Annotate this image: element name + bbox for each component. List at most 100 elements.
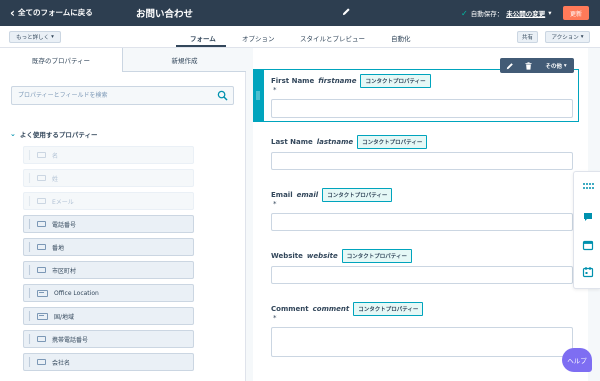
field-label-email[interactable]: Email email コンタクトプロパティー: [271, 188, 393, 202]
property-label: 番地: [52, 244, 65, 252]
properties-panel-tabs: 既存のプロパティー 新規作成: [0, 48, 246, 72]
drag-grip-icon: [28, 357, 31, 367]
comment-textarea[interactable]: [271, 327, 573, 357]
drag-grip-icon: [28, 265, 31, 275]
tab-create-new[interactable]: 新規作成: [123, 48, 246, 72]
lastname-input[interactable]: [271, 152, 573, 170]
chat-icon[interactable]: [582, 211, 594, 223]
property-item[interactable]: 会社名: [23, 353, 194, 371]
firstname-input[interactable]: [271, 99, 573, 118]
field-internal-name: email: [296, 191, 319, 199]
field-internal-name: comment: [312, 305, 350, 313]
field-label-text: Last Name: [271, 138, 313, 146]
property-label: Office Location: [54, 289, 99, 297]
field-toolbar: その他 ▾: [500, 58, 574, 73]
contact-property-badge: コンタクトプロパティー: [353, 302, 424, 316]
share-button[interactable]: 共有: [517, 31, 538, 43]
trash-icon: [525, 61, 532, 70]
tab-automation[interactable]: 自動化: [391, 33, 411, 43]
property-label: 携帯電話番号: [52, 336, 89, 344]
more-details-button[interactable]: もっと詳しく ▾: [9, 31, 61, 43]
email-input[interactable]: [271, 213, 573, 231]
text-field-icon: [37, 359, 46, 365]
property-item[interactable]: 国/地域: [23, 307, 194, 325]
website-input[interactable]: [271, 266, 573, 284]
property-label: 市区町村: [52, 267, 77, 275]
tab-options[interactable]: オプション: [242, 33, 275, 43]
field-label-comment[interactable]: Comment comment コンタクトプロパティー: [271, 302, 424, 316]
textarea-field-icon: [37, 289, 48, 297]
field-label-firstname[interactable]: First Name firstname コンタクトプロパティー: [271, 74, 431, 88]
text-field-icon: [37, 267, 46, 273]
field-label-website[interactable]: Website website コンタクトプロパティー: [271, 249, 412, 263]
text-field-icon: [37, 152, 46, 158]
drag-grip-icon: [28, 334, 31, 344]
help-button[interactable]: ヘルプ: [562, 348, 592, 372]
property-item: Eメール: [23, 192, 194, 210]
field-label-text: First Name: [271, 77, 315, 85]
textarea-field-icon: [37, 312, 48, 320]
side-tool-rail: [573, 171, 600, 289]
autosave-status: ✓ 自動保存： 未公開の変更 ▾: [461, 8, 551, 19]
field-label-lastname[interactable]: Last Name lastname コンタクトプロパティー: [271, 135, 428, 149]
frequently-used-properties-header[interactable]: ⌄ よく使用するプロパティー: [10, 129, 98, 139]
chevron-left-icon: ‹: [10, 5, 15, 20]
chevron-down-icon: ⌄: [10, 130, 16, 138]
section-title: よく使用するプロパティー: [19, 131, 98, 139]
form-title[interactable]: お問い合わせ: [136, 6, 193, 20]
contact-property-badge: コンタクトプロパティー: [357, 135, 428, 149]
property-label: Eメール: [52, 198, 74, 206]
text-field-icon: [37, 198, 46, 204]
search-icon[interactable]: [217, 90, 228, 101]
drag-grip-icon: [28, 288, 31, 298]
contact-property-badge: コンタクトプロパティー: [341, 249, 412, 263]
back-link-label: 全てのフォームに戻る: [17, 8, 93, 17]
pencil-icon[interactable]: [342, 7, 351, 19]
required-marker: *: [273, 200, 277, 208]
grid-dots-icon[interactable]: [582, 180, 594, 192]
tab-existing-properties[interactable]: 既存のプロパティー: [0, 48, 123, 72]
text-field-icon: [37, 175, 46, 181]
property-label: 電話番号: [52, 221, 77, 229]
drag-grip-icon: [28, 311, 31, 321]
schedule-icon[interactable]: [582, 266, 594, 278]
property-item[interactable]: 電話番号: [23, 215, 194, 233]
delete-field-button[interactable]: [519, 58, 538, 73]
chevron-down-icon: ▾: [51, 34, 54, 40]
property-item[interactable]: Office Location: [23, 284, 194, 302]
field-internal-name: website: [306, 252, 338, 260]
unpublished-changes-link[interactable]: 未公開の変更: [506, 8, 545, 18]
chevron-down-icon: ▾: [580, 34, 584, 40]
property-item[interactable]: 携帯電話番号: [23, 330, 194, 348]
tab-form[interactable]: フォーム: [190, 33, 216, 43]
field-internal-name: firstname: [318, 77, 357, 85]
top-bar: ‹ 全てのフォームに戻る お問い合わせ ✓ 自動保存： 未公開の変更 ▾ 更新: [0, 0, 600, 26]
property-item[interactable]: 市区町村: [23, 261, 194, 279]
field-drag-handle[interactable]: [253, 69, 263, 122]
tab-bar: もっと詳しく ▾ フォーム オプション スタイルとプレビュー 自動化 共有 アク…: [0, 26, 600, 48]
chevron-down-icon[interactable]: ▾: [548, 9, 551, 17]
edit-field-button[interactable]: [500, 58, 519, 73]
property-item: 名: [23, 146, 194, 164]
more-details-label: もっと詳しく: [16, 35, 50, 41]
required-marker: *: [273, 86, 277, 94]
tab-style-and-preview[interactable]: スタイルとプレビュー: [300, 33, 365, 43]
phone-field-icon: [37, 221, 46, 227]
update-button[interactable]: 更新: [563, 6, 589, 20]
check-icon: ✓: [461, 8, 468, 18]
field-internal-name: lastname: [316, 138, 354, 146]
field-label-text: Website: [271, 252, 303, 260]
drag-grip-icon: [28, 150, 31, 160]
actions-label: アクション: [551, 35, 579, 41]
property-label: 名: [52, 152, 59, 160]
drag-grip-icon: [28, 196, 31, 206]
back-to-all-forms-link[interactable]: ‹ 全てのフォームに戻る: [10, 5, 93, 20]
calendar-icon[interactable]: [582, 239, 594, 251]
property-item[interactable]: 番地: [23, 238, 194, 256]
chevron-down-icon: ▾: [563, 62, 567, 69]
actions-button[interactable]: アクション ▾: [545, 31, 590, 43]
more-options-button[interactable]: その他 ▾: [538, 58, 574, 73]
search-input[interactable]: [12, 87, 217, 104]
property-label: 会社名: [52, 359, 71, 367]
contact-property-badge: コンタクトプロパティー: [360, 74, 431, 88]
